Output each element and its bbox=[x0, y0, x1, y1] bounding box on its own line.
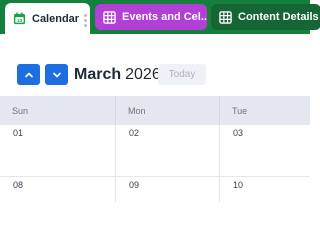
svg-text:10: 10 bbox=[17, 18, 23, 24]
weekday-label: Sun bbox=[0, 96, 116, 125]
month-name: March bbox=[74, 65, 122, 83]
drag-handle-icon[interactable] bbox=[84, 14, 88, 28]
tab-content-label: Content Details bbox=[238, 11, 319, 23]
day-number: 01 bbox=[13, 128, 24, 138]
calendar-toolbar: March 2026 Today bbox=[0, 34, 310, 96]
weekday-label: Tue bbox=[232, 105, 248, 116]
day-number: 10 bbox=[233, 180, 244, 190]
tab-events-label: Events and Cel... bbox=[122, 11, 207, 23]
day-cell[interactable]: 08 bbox=[0, 177, 116, 202]
previous-month-button[interactable] bbox=[17, 64, 40, 85]
day-cell[interactable]: 10 bbox=[220, 177, 310, 202]
month-grid: 01 02 03 08 09 10 bbox=[0, 125, 310, 202]
day-number: 08 bbox=[13, 180, 24, 190]
tab-events-and-celebrations[interactable]: Events and Cel... bbox=[95, 4, 207, 30]
day-cell[interactable]: 09 bbox=[116, 177, 220, 202]
month-title: March 2026 bbox=[74, 64, 161, 85]
tab-calendar[interactable]: 10 Calendar bbox=[5, 3, 90, 34]
calendar-icon: 10 bbox=[13, 12, 26, 25]
weekday-header: Sun Mon Tue bbox=[0, 96, 310, 125]
tab-calendar-label: Calendar bbox=[32, 12, 80, 25]
chevron-up-icon bbox=[24, 72, 33, 77]
table-icon bbox=[219, 10, 232, 24]
day-number: 03 bbox=[233, 128, 244, 138]
today-button[interactable]: Today bbox=[158, 64, 206, 85]
year-label: 2026 bbox=[125, 65, 161, 83]
chevron-down-icon bbox=[52, 72, 61, 77]
day-number: 02 bbox=[129, 128, 140, 138]
tab-strip: 10 Calendar Events and Cel... Content De… bbox=[0, 0, 320, 34]
weekday-label: Mon bbox=[116, 96, 220, 125]
table-icon bbox=[103, 10, 116, 24]
day-number: 09 bbox=[129, 180, 140, 190]
next-month-button[interactable] bbox=[45, 64, 68, 85]
day-cell[interactable]: 02 bbox=[116, 125, 220, 177]
tab-content-details[interactable]: Content Details bbox=[211, 4, 320, 30]
day-cell[interactable]: 03 bbox=[220, 125, 310, 177]
day-cell[interactable]: 01 bbox=[0, 125, 116, 177]
